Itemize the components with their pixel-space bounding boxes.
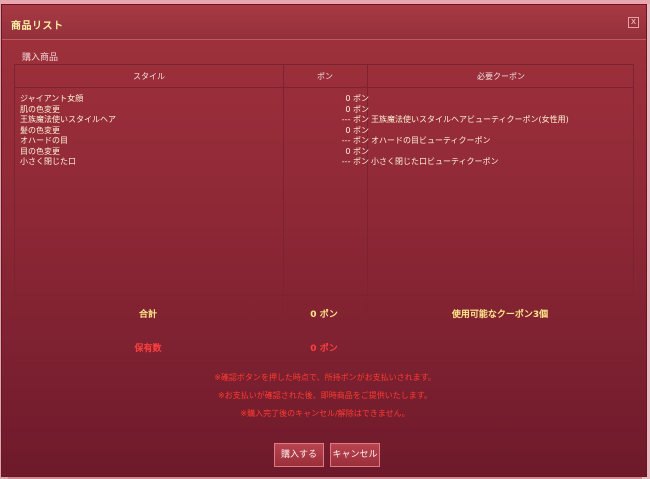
window-titlebar[interactable]: 商品リスト x xyxy=(2,5,646,40)
close-icon: x xyxy=(630,17,637,27)
notice-line: ※お支払いが確認された後、即時商品をご提供いたします。 xyxy=(218,391,432,400)
section-label: 購入商品 xyxy=(22,53,59,63)
table-row: ジャイアント女顔 0 ポン xyxy=(15,93,633,104)
table-row: 王族魔法使いスタイルヘア --- ポン 王族魔法使いスタイルヘアビューティクーポ… xyxy=(15,114,633,125)
row-style: 小さく閉じた口 xyxy=(20,157,76,166)
header-pon: ポン xyxy=(317,72,333,81)
table-row: 髪の色変更 0 ポン xyxy=(15,125,633,136)
coupons-available: 使用可能なクーポン3個 xyxy=(451,310,549,320)
buy-button[interactable]: 購入する xyxy=(274,443,324,467)
header-style: スタイル xyxy=(133,72,165,81)
row-pon: --- ポン xyxy=(341,136,369,145)
total-row: 合計 0 ポン 使用可能なクーポン3個 xyxy=(14,298,634,327)
row-style: 肌の色変更 xyxy=(20,104,60,114)
row-coupon: オハードの目ビューティクーポン xyxy=(371,136,491,145)
cancel-button[interactable]: キャンセル xyxy=(330,443,380,467)
table-header: スタイル ポン 必要クーポン xyxy=(15,65,633,88)
row-coupon: 王族魔法使いスタイルヘアビューティクーポン(女性用) xyxy=(371,115,569,124)
purchase-table: スタイル ポン 必要クーポン ジャイアント女顔 0 ポン 肌の色変更 0 ポン … xyxy=(14,64,634,296)
total-value: 0 ポン xyxy=(310,310,338,320)
row-pon: --- ポン xyxy=(341,157,369,166)
close-button[interactable]: x xyxy=(628,17,639,28)
table-rows: ジャイアント女顔 0 ポン 肌の色変更 0 ポン 王族魔法使いスタイルヘア --… xyxy=(15,93,633,167)
notice-line: ※購入完了後のキャンセル/解除はできません。 xyxy=(240,409,410,418)
row-pon: 0 ポン xyxy=(345,104,369,114)
table-row: 小さく閉じた口 --- ポン 小さく閉じた口ビューティクーポン xyxy=(15,156,633,167)
row-pon: 0 ポン xyxy=(345,94,369,103)
row-style: ジャイアント女顔 xyxy=(20,94,84,103)
window-title: 商品リスト xyxy=(11,21,64,32)
row-pon: --- ポン xyxy=(341,115,369,124)
owned-value: 0 ポン xyxy=(310,344,338,354)
row-style: 王族魔法使いスタイルヘア xyxy=(20,115,116,124)
row-pon: 0 ポン xyxy=(345,146,369,156)
table-row: 目の色変更 0 ポン xyxy=(15,146,633,157)
total-label: 合計 xyxy=(138,310,157,320)
row-pon: 0 ポン xyxy=(345,125,369,135)
owned-label: 保有数 xyxy=(134,344,162,354)
header-coupon: 必要クーポン xyxy=(477,72,525,81)
owned-row: 保有数 0 ポン xyxy=(14,332,634,361)
summary-panel: 合計 0 ポン 使用可能なクーポン3個 保有数 0 ポン xyxy=(14,298,634,361)
row-style: 髪の色変更 xyxy=(20,125,60,135)
notice-line: ※確認ボタンを押した時点で、所持ポンがお支払いされます。 xyxy=(214,373,436,382)
row-style: オハードの目 xyxy=(20,136,68,145)
row-style: 目の色変更 xyxy=(20,146,60,156)
table-row: 肌の色変更 0 ポン xyxy=(15,104,633,115)
table-row: オハードの目 --- ポン オハードの目ビューティクーポン xyxy=(15,135,633,146)
row-coupon: 小さく閉じた口ビューティクーポン xyxy=(371,157,499,166)
product-list-window: 商品リスト x 購入商品 スタイル ポン 必要クーポン ジャイアント女顔 0 ポ… xyxy=(1,4,647,477)
